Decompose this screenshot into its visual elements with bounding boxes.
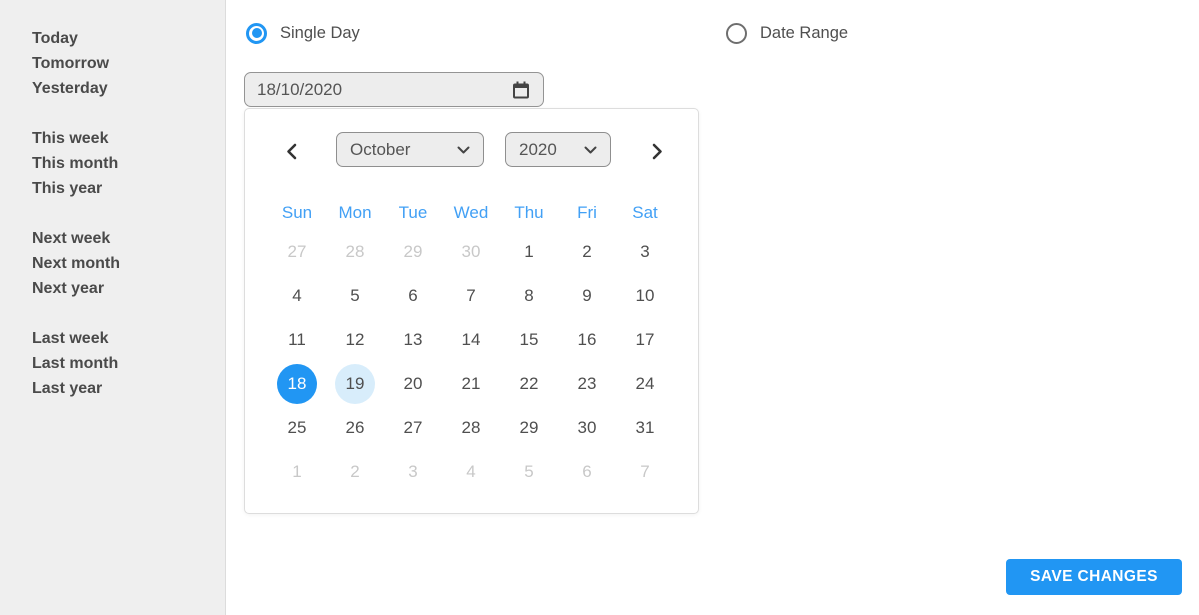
sidebar-group-last: Last week Last month Last year bbox=[32, 326, 225, 401]
sidebar-group-relative-day: Today Tomorrow Yesterday bbox=[32, 26, 225, 101]
radio-unselected-icon bbox=[726, 22, 747, 44]
chevron-down-icon bbox=[584, 146, 597, 154]
day-of-week-header: Sat bbox=[632, 203, 658, 222]
sidebar-item-yesterday[interactable]: Yesterday bbox=[32, 76, 225, 101]
calendar-day[interactable]: 30 bbox=[558, 406, 616, 450]
month-select-value: October bbox=[350, 139, 411, 159]
calendar-day[interactable]: 1 bbox=[500, 230, 558, 274]
calendar-day[interactable]: 24 bbox=[616, 362, 674, 406]
calendar-day: 28 bbox=[345, 242, 365, 261]
day-of-week-header: Fri bbox=[577, 203, 597, 222]
calendar-grid: Sun Mon Tue Wed Thu Fri Sat 27 28 29 30 1 2 3 4 5 6 7 8 9 10… bbox=[268, 196, 674, 494]
date-range-label: Date Range bbox=[760, 23, 849, 42]
sidebar-item-last-week[interactable]: Last week bbox=[32, 326, 225, 351]
calendar-day[interactable]: 14 bbox=[442, 318, 500, 362]
calendar-day[interactable]: 29 bbox=[500, 406, 558, 450]
calendar-day[interactable]: 11 bbox=[268, 318, 326, 362]
calendar-day: 30 bbox=[461, 242, 481, 261]
day-of-week-header: Tue bbox=[398, 203, 428, 222]
date-filter-panel: Today Tomorrow Yesterday This week This … bbox=[0, 0, 1199, 615]
calendar-day[interactable]: 28 bbox=[442, 406, 500, 450]
sidebar-item-next-week[interactable]: Next week bbox=[32, 226, 225, 251]
calendar-icon[interactable] bbox=[511, 80, 531, 100]
calendar-day[interactable]: 9 bbox=[558, 274, 616, 318]
calendar-day[interactable]: 5 bbox=[326, 274, 384, 318]
radio-selected-icon bbox=[246, 22, 267, 44]
day-of-week-header: Sun bbox=[281, 203, 313, 222]
month-select[interactable]: October bbox=[336, 132, 484, 167]
calendar-day[interactable]: 26 bbox=[326, 406, 384, 450]
sidebar-item-last-month[interactable]: Last month bbox=[32, 351, 225, 376]
sidebar-item-tomorrow[interactable]: Tomorrow bbox=[32, 51, 225, 76]
sidebar-item-this-year[interactable]: This year bbox=[32, 176, 225, 201]
calendar-day[interactable]: 19 bbox=[326, 362, 384, 406]
sidebar-item-this-month[interactable]: This month bbox=[32, 151, 225, 176]
calendar-day: 6 bbox=[582, 462, 592, 481]
calendar-day[interactable]: 31 bbox=[616, 406, 674, 450]
calendar-popup: October 2020 Sun Mon Tue Wed Thu Fri Sat 27 28 29… bbox=[244, 108, 699, 514]
calendar-day[interactable]: 15 bbox=[500, 318, 558, 362]
calendar-day: 27 bbox=[287, 242, 307, 261]
calendar-day[interactable]: 18 bbox=[268, 362, 326, 406]
calendar-day[interactable]: 13 bbox=[384, 318, 442, 362]
year-select-value: 2020 bbox=[519, 139, 557, 159]
sidebar-item-this-week[interactable]: This week bbox=[32, 126, 225, 151]
chevron-right-icon[interactable] bbox=[644, 138, 670, 164]
sidebar: Today Tomorrow Yesterday This week This … bbox=[0, 0, 226, 615]
date-input[interactable]: 18/10/2020 bbox=[244, 72, 544, 107]
calendar-day[interactable]: 20 bbox=[384, 362, 442, 406]
calendar-day[interactable]: 16 bbox=[558, 318, 616, 362]
calendar-day[interactable]: 4 bbox=[268, 274, 326, 318]
calendar-day: 3 bbox=[408, 462, 418, 481]
calendar-day[interactable]: 22 bbox=[500, 362, 558, 406]
single-day-radio[interactable]: Single Day bbox=[246, 22, 360, 44]
calendar-day[interactable]: 12 bbox=[326, 318, 384, 362]
sidebar-group-this: This week This month This year bbox=[32, 126, 225, 201]
calendar-day: 5 bbox=[524, 462, 534, 481]
calendar-day: 7 bbox=[640, 462, 650, 481]
calendar-day[interactable]: 7 bbox=[442, 274, 500, 318]
year-select[interactable]: 2020 bbox=[505, 132, 611, 167]
calendar-day[interactable]: 10 bbox=[616, 274, 674, 318]
sidebar-item-today[interactable]: Today bbox=[32, 26, 225, 51]
calendar-day[interactable]: 17 bbox=[616, 318, 674, 362]
save-changes-button[interactable]: SAVE CHANGES bbox=[1006, 559, 1182, 595]
calendar-day[interactable]: 23 bbox=[558, 362, 616, 406]
calendar-day[interactable]: 2 bbox=[558, 230, 616, 274]
single-day-label: Single Day bbox=[280, 23, 360, 42]
sidebar-item-next-year[interactable]: Next year bbox=[32, 276, 225, 301]
chevron-down-icon bbox=[457, 146, 470, 154]
calendar-day[interactable]: 3 bbox=[616, 230, 674, 274]
calendar-day: 4 bbox=[466, 462, 476, 481]
calendar-day: 29 bbox=[403, 242, 423, 261]
calendar-day[interactable]: 27 bbox=[384, 406, 442, 450]
sidebar-item-next-month[interactable]: Next month bbox=[32, 251, 225, 276]
sidebar-item-last-year[interactable]: Last year bbox=[32, 376, 225, 401]
calendar-day[interactable]: 25 bbox=[268, 406, 326, 450]
calendar-day[interactable]: 21 bbox=[442, 362, 500, 406]
calendar-day: 1 bbox=[292, 462, 302, 481]
day-of-week-header: Mon bbox=[338, 203, 372, 222]
day-of-week-header: Wed bbox=[453, 203, 489, 222]
sidebar-group-next: Next week Next month Next year bbox=[32, 226, 225, 301]
calendar-day[interactable]: 6 bbox=[384, 274, 442, 318]
calendar-day[interactable]: 8 bbox=[500, 274, 558, 318]
chevron-left-icon[interactable] bbox=[278, 138, 304, 164]
calendar-day: 2 bbox=[350, 462, 360, 481]
day-of-week-header: Thu bbox=[514, 203, 544, 222]
date-range-radio[interactable]: Date Range bbox=[726, 22, 848, 44]
date-value: 18/10/2020 bbox=[257, 79, 343, 99]
